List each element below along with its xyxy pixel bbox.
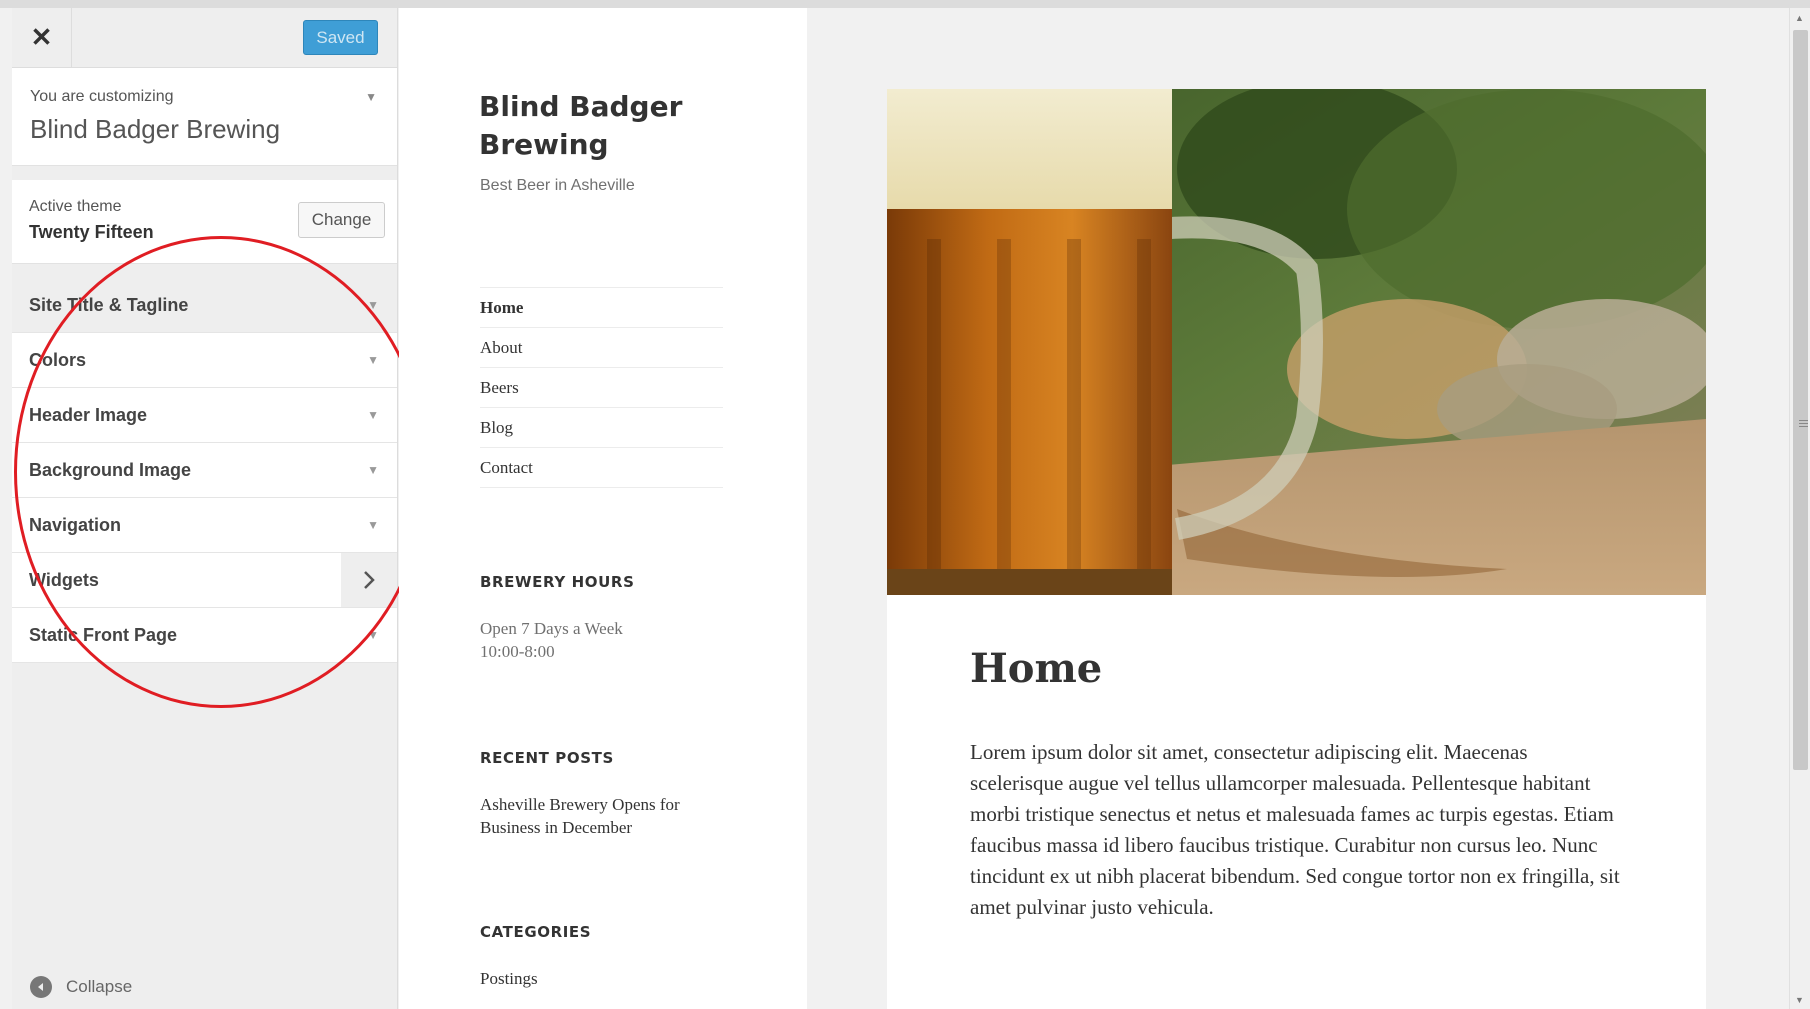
page-content: Lorem ipsum dolor sit amet, consectetur … xyxy=(970,740,1620,919)
customizer-info[interactable]: You are customizing Blind Badger Brewing… xyxy=(12,68,397,166)
widget-title-recent-posts: RECENT POSTS xyxy=(480,749,614,767)
main-content-area: Home Lorem ipsum dolor sit amet, consect… xyxy=(807,8,1789,1009)
vertical-scrollbar[interactable]: ▲ ▼ xyxy=(1789,8,1810,1009)
close-icon[interactable]: ✕ xyxy=(12,8,72,67)
nav-item-about[interactable]: About xyxy=(480,328,723,368)
site-title[interactable]: Blind Badger Brewing xyxy=(479,88,739,164)
window-top-edge xyxy=(0,0,1810,8)
featured-image-beer-mug xyxy=(887,89,1706,595)
collapse-button[interactable]: Collapse xyxy=(30,976,132,998)
widget-title-categories: CATEGORIES xyxy=(480,923,592,941)
widget-title-hours: BREWERY HOURS xyxy=(480,573,635,591)
category-link[interactable]: Postings xyxy=(480,967,538,990)
site-sidebar: Blind Badger Brewing Best Beer in Ashevi… xyxy=(399,8,807,1009)
scroll-thumb[interactable] xyxy=(1793,30,1808,770)
customizing-label: You are customizing xyxy=(30,88,174,105)
scroll-down-arrow-icon[interactable]: ▼ xyxy=(1795,995,1804,1005)
scroll-up-arrow-icon[interactable]: ▲ xyxy=(1795,13,1804,23)
collapse-label: Collapse xyxy=(66,977,133,996)
customizer-header: ✕ Saved xyxy=(12,8,397,68)
nav-item-contact[interactable]: Contact xyxy=(480,448,723,488)
change-theme-button[interactable]: Change xyxy=(298,202,385,238)
hours-line-2: 10:00-8:00 xyxy=(480,642,555,661)
site-tagline: Best Beer in Asheville xyxy=(480,177,635,194)
recent-post-link-line-1[interactable]: Asheville Brewery Opens for xyxy=(480,793,680,816)
nav-item-beers[interactable]: Beers xyxy=(480,368,723,408)
page-title: Home xyxy=(970,645,1103,692)
customizing-site-name: Blind Badger Brewing xyxy=(30,114,281,144)
nav-item-blog[interactable]: Blog xyxy=(480,408,723,448)
saved-button[interactable]: Saved xyxy=(303,20,378,55)
recent-post-link-line-2[interactable]: Business in December xyxy=(480,816,632,839)
collapse-arrow-icon xyxy=(30,976,52,998)
nav-item-home[interactable]: Home xyxy=(480,288,723,328)
caret-down-icon[interactable]: ▼ xyxy=(365,90,377,104)
page-article: Home Lorem ipsum dolor sit amet, consect… xyxy=(887,89,1706,1009)
site-navigation: Home About Beers Blog Contact xyxy=(480,287,723,488)
hours-line-1: Open 7 Days a Week xyxy=(480,619,623,638)
highlight-annotation xyxy=(14,236,428,708)
